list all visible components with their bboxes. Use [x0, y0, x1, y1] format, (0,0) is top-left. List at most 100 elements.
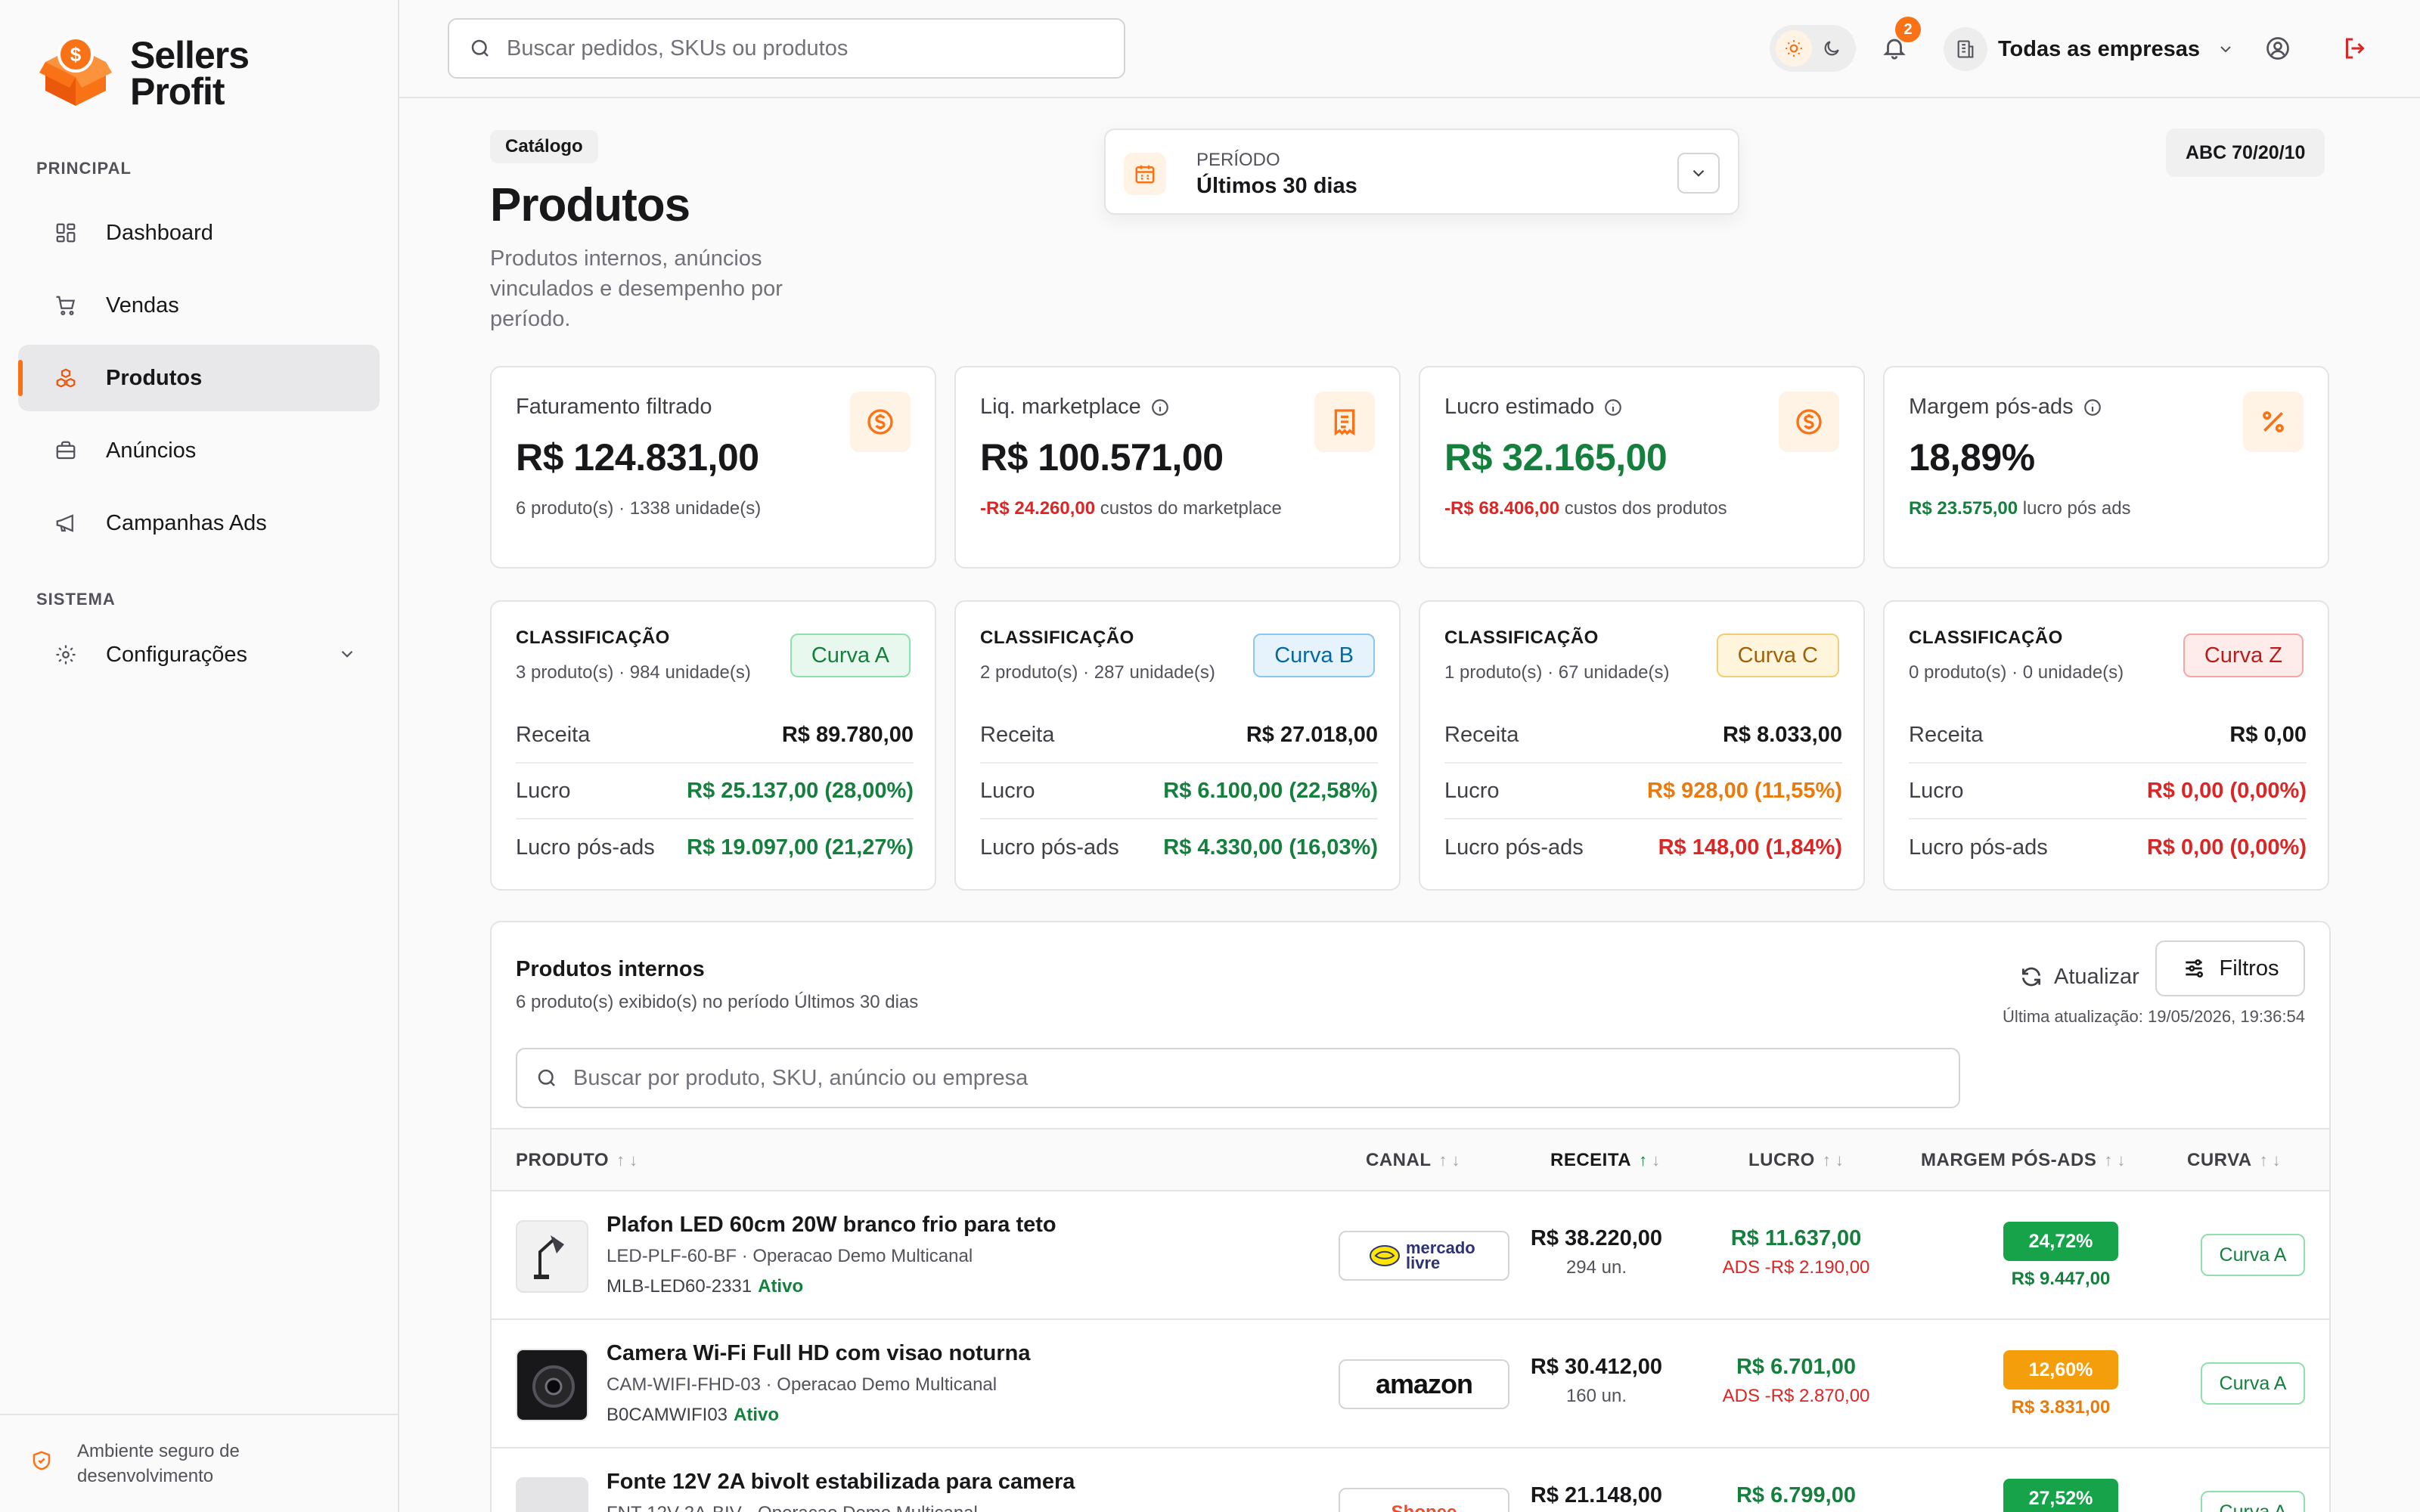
- column-curva[interactable]: CURVA ↑↓: [2187, 1129, 2285, 1191]
- class-card-a: CLASSIFICAÇÃO 3 produto(s) · 984 unidade…: [490, 600, 936, 891]
- class-row-lucro: Lucro R$ 928,00 (11,55%): [1444, 764, 1842, 820]
- dollar-icon: [850, 392, 911, 452]
- class-row-lucro: Lucro R$ 0,00 (0,00%): [1909, 764, 2307, 820]
- curve-badge: Curva B: [1253, 634, 1375, 677]
- cell-receita: R$ 30.412,00 160 un.: [1530, 1355, 1663, 1406]
- main-content: Catálogo Produtos Produtos internos, anú…: [399, 98, 2420, 1512]
- info-icon[interactable]: [2083, 398, 2102, 417]
- search-icon: [469, 37, 492, 60]
- channel-logo: Shopee: [1339, 1488, 1509, 1512]
- info-icon[interactable]: [1603, 398, 1623, 417]
- class-counts: 0 produto(s) · 0 unidade(s): [1909, 662, 2124, 683]
- cell-lucro: R$ 6.701,00 ADS -R$ 2.870,00: [1722, 1355, 1870, 1406]
- nav-section-system: SISTEMA: [36, 590, 116, 609]
- sidebar-item-vendas[interactable]: Vendas: [18, 272, 380, 339]
- breadcrumb[interactable]: Catálogo: [490, 130, 598, 163]
- shopee-icon: Shopee: [1392, 1502, 1457, 1512]
- chevron-down-icon[interactable]: [1677, 153, 1720, 194]
- page-subtitle: Produtos internos, anúncios vinculados e…: [490, 246, 783, 331]
- kpi-title: Faturamento filtrado: [516, 395, 712, 419]
- filters-button[interactable]: Filtros: [2155, 940, 2305, 996]
- column-lucro[interactable]: LUCRO ↑↓: [1748, 1129, 1848, 1191]
- column-canal[interactable]: CANAL ↑↓: [1366, 1129, 1465, 1191]
- refresh-button[interactable]: Atualizar: [2019, 954, 2139, 999]
- curve-badge: Curva A: [2201, 1234, 2305, 1276]
- info-icon[interactable]: [1150, 398, 1170, 417]
- sidebar-item-configuracoes[interactable]: Configurações: [18, 621, 380, 688]
- theme-toggle[interactable]: [1770, 25, 1856, 72]
- company-selector[interactable]: Todas as empresas: [1944, 26, 2235, 73]
- logout-icon[interactable]: [2341, 35, 2369, 66]
- gear-icon: [53, 642, 79, 668]
- chevron-down-icon: [2217, 40, 2235, 58]
- receipt-icon: [1314, 392, 1375, 452]
- sidebar-item-anuncios[interactable]: Anúncios: [18, 417, 380, 484]
- topbar: Buscar pedidos, SKUs ou produtos 2 Todas…: [399, 0, 2420, 98]
- sort-arrows-icon: ↑↓: [2259, 1151, 2285, 1170]
- kpi-value: R$ 100.571,00: [980, 436, 1224, 479]
- briefcase-icon: [53, 438, 79, 463]
- kpi-sub: 6 produto(s) · 1338 unidade(s): [516, 498, 762, 519]
- kpi-title: Liq. marketplace: [980, 395, 1141, 419]
- class-row-receita: Receita R$ 89.780,00: [516, 708, 914, 764]
- kpi-faturamento: Faturamento filtrado R$ 124.831,00 6 pro…: [490, 366, 936, 569]
- class-row-receita: Receita R$ 0,00: [1909, 708, 2307, 764]
- product-thumbnail: [516, 1349, 588, 1421]
- class-row-lucro-pos: Lucro pós-ads R$ 148,00 (1,84%): [1444, 835, 1842, 860]
- class-row-receita: Receita R$ 27.018,00: [980, 708, 1378, 764]
- chevron-down-icon[interactable]: [337, 644, 357, 670]
- period-value: Últimos 30 dias: [1196, 174, 1357, 198]
- sun-icon[interactable]: [1776, 30, 1812, 67]
- column-produto[interactable]: PRODUTO ↑↓: [516, 1129, 642, 1191]
- brand-name: Sellers Profit: [130, 33, 250, 113]
- sidebar-item-produtos[interactable]: Produtos: [18, 345, 380, 411]
- sidebar-item-dashboard[interactable]: Dashboard: [18, 200, 380, 266]
- moon-icon[interactable]: [1813, 30, 1850, 67]
- table-row[interactable]: Camera Wi-Fi Full HD com visao noturna C…: [492, 1320, 2329, 1448]
- cell-receita: R$ 21.148,00: [1530, 1483, 1663, 1507]
- product-name[interactable]: Plafon LED 60cm 20W branco frio para tet…: [607, 1213, 1056, 1238]
- table-header: PRODUTO ↑↓ CANAL ↑↓ RECEITA ↑ ↓ LUCRO ↑↓ MARG…: [492, 1128, 2329, 1191]
- abc-badge: ABC 70/20/10: [2166, 129, 2325, 177]
- column-margem[interactable]: MARGEM PÓS-ADS ↑↓: [1921, 1129, 2130, 1191]
- class-card-b: CLASSIFICAÇÃO 2 produto(s) · 287 unidade…: [954, 600, 1401, 891]
- products-table-card: Produtos internos 6 produto(s) exibido(s…: [490, 921, 2331, 1512]
- grid-icon: [53, 220, 79, 246]
- table-row[interactable]: Plafon LED 60cm 20W branco frio para tet…: [492, 1191, 2329, 1320]
- class-counts: 1 produto(s) · 67 unidade(s): [1444, 662, 1670, 683]
- global-search-input[interactable]: Buscar pedidos, SKUs ou produtos: [448, 18, 1125, 79]
- sidebar-item-label: Configurações: [106, 642, 247, 667]
- product-sku: CAM-WIFI-FHD-03 · Operacao Demo Multican…: [607, 1374, 997, 1395]
- kpi-title: Lucro estimado: [1444, 395, 1595, 419]
- shield-icon: [30, 1449, 56, 1479]
- product-name[interactable]: Camera Wi-Fi Full HD com visao noturna: [607, 1341, 1031, 1366]
- table-search-input[interactable]: Buscar por produto, SKU, anúncio ou empr…: [516, 1048, 1960, 1108]
- class-row-lucro-pos: Lucro pós-ads R$ 4.330,00 (16,03%): [980, 835, 1378, 860]
- sidebar-item-label: Vendas: [106, 293, 179, 318]
- sidebar-item-campanhas-ads[interactable]: Campanhas Ads: [18, 490, 380, 556]
- search-placeholder: Buscar pedidos, SKUs ou produtos: [507, 36, 849, 60]
- class-row-receita: Receita R$ 8.033,00: [1444, 708, 1842, 764]
- class-row-lucro: Lucro R$ 25.137,00 (28,00%): [516, 764, 914, 820]
- security-note: Ambiente seguro de desenvolvimento: [77, 1441, 240, 1486]
- product-name[interactable]: Fonte 12V 2A bivolt estabilizada para ca…: [607, 1470, 1075, 1495]
- curve-badge: Curva A: [790, 634, 911, 677]
- search-icon: [535, 1067, 558, 1089]
- curve-badge: Curva A: [2201, 1491, 2305, 1512]
- kpi-sub: R$ 23.575,00 lucro pós ads: [1909, 498, 2131, 519]
- calendar-icon: [1124, 153, 1166, 195]
- period-selector[interactable]: PERÍODO Últimos 30 dias: [1104, 129, 1739, 215]
- boxes-icon: [53, 365, 79, 391]
- brand-logo[interactable]: $ Sellers Profit: [39, 33, 250, 113]
- table-row[interactable]: Fonte 12V 2A bivolt estabilizada para ca…: [492, 1448, 2329, 1512]
- class-heading: CLASSIFICAÇÃO: [1444, 627, 1599, 648]
- amazon-icon: amazon: [1375, 1368, 1473, 1399]
- table-subtitle: 6 produto(s) exibido(s) no período Últim…: [516, 992, 919, 1012]
- user-icon[interactable]: [2264, 35, 2291, 66]
- sort-arrows-icon: ↑↓: [1822, 1151, 1848, 1170]
- class-row-lucro-pos: Lucro pós-ads R$ 0,00 (0,00%): [1909, 835, 2307, 860]
- channel-logo: amazon: [1339, 1359, 1509, 1409]
- kpi-value: 18,89%: [1909, 436, 2035, 479]
- listing-id: MLB-LED60-2331 Ativo: [607, 1276, 804, 1297]
- column-receita[interactable]: RECEITA ↑ ↓: [1550, 1129, 1665, 1191]
